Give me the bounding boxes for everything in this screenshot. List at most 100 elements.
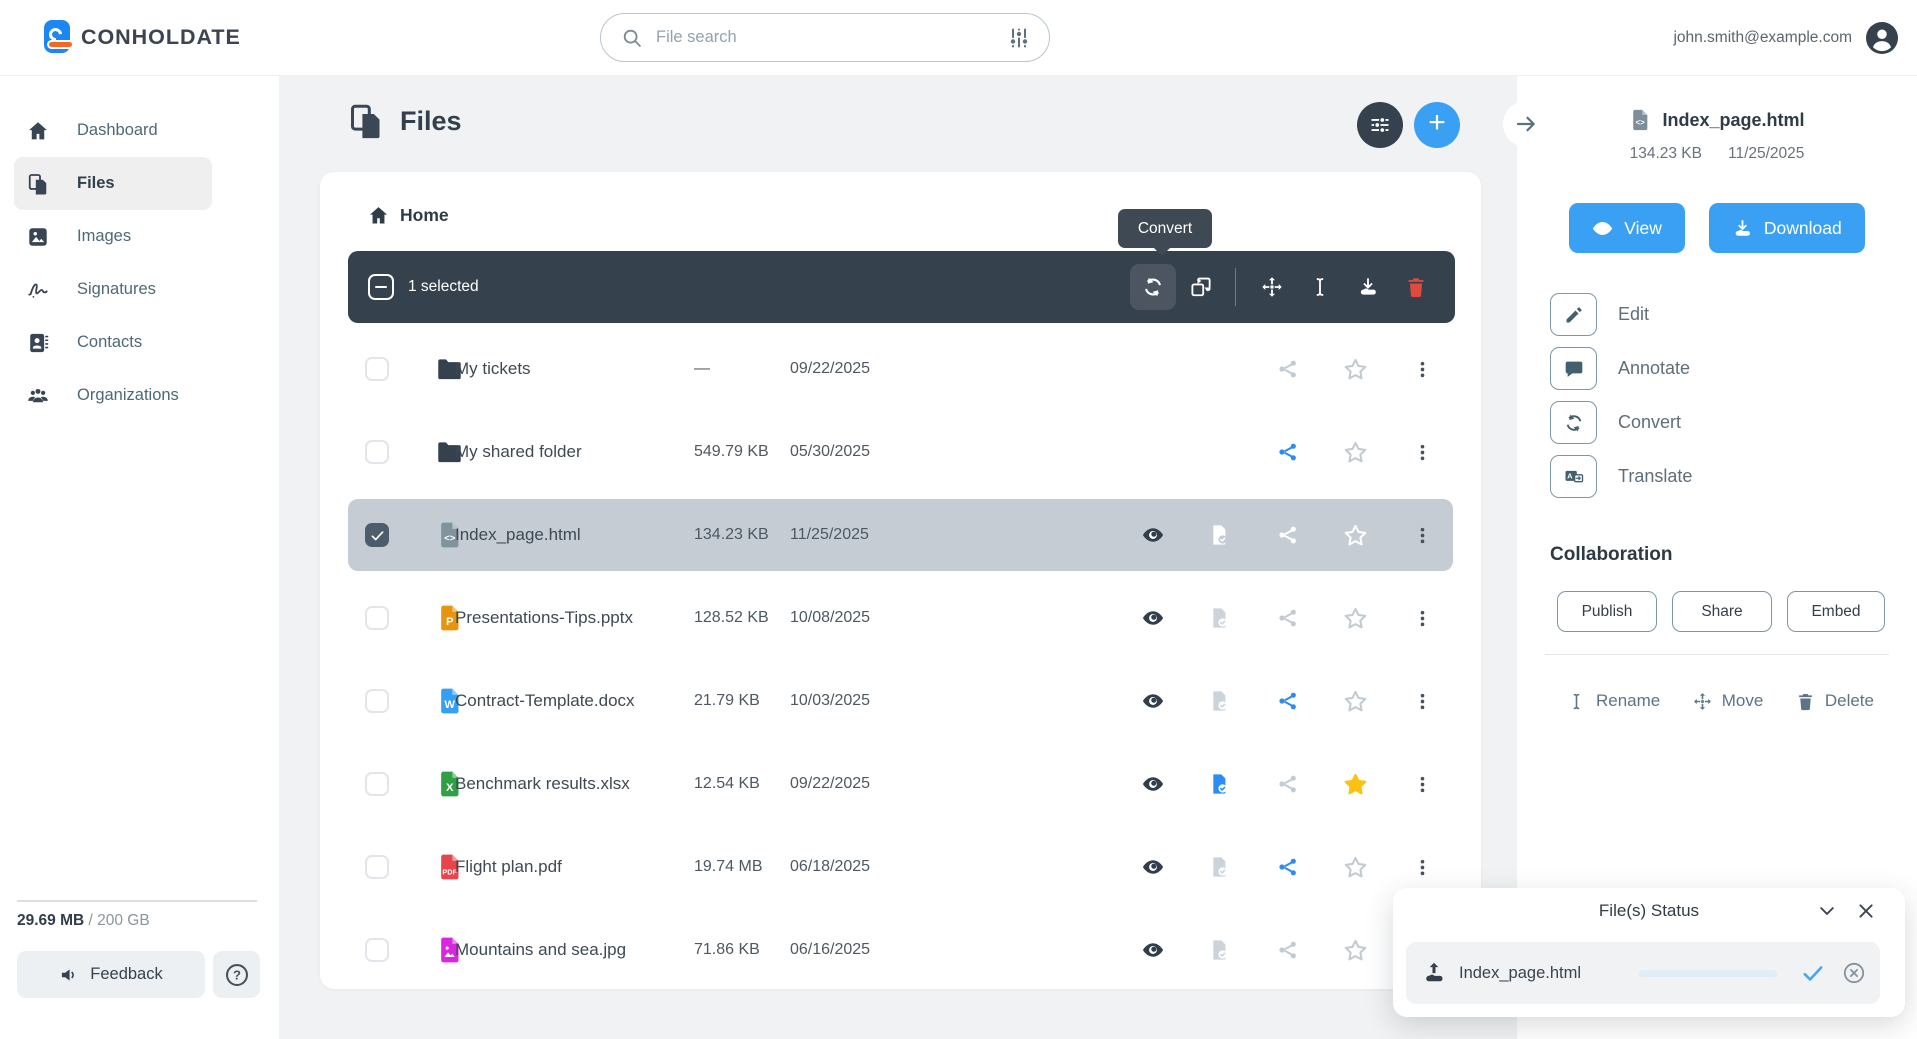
top-bar: CONHOLDATE john.smith@example.com xyxy=(0,0,1917,76)
select-all-checkbox[interactable] xyxy=(368,274,394,300)
delete-bottom-action[interactable]: Delete xyxy=(1796,691,1874,711)
preview-button[interactable] xyxy=(1133,598,1173,638)
table-row[interactable]: PDF Flight plan.pdf 19.74 MB 06/18/2025 xyxy=(348,831,1453,903)
close-icon[interactable] xyxy=(1856,901,1876,921)
row-checkbox[interactable] xyxy=(365,606,389,630)
feedback-button[interactable]: Feedback xyxy=(17,951,205,998)
share-button[interactable] xyxy=(1268,349,1308,389)
merge-tool-button[interactable] xyxy=(1178,264,1224,310)
row-checkbox[interactable] xyxy=(365,689,389,713)
files-card: Home Convert 1 selected My tickets — 09/22… xyxy=(320,172,1481,989)
file-check-button[interactable] xyxy=(1199,515,1239,555)
convert-tool-button[interactable] xyxy=(1130,264,1176,310)
file-list: My tickets — 09/22/2025 My shared folder 549… xyxy=(320,333,1481,997)
convert-action-box[interactable] xyxy=(1550,401,1597,444)
file-check-button[interactable] xyxy=(1199,847,1239,887)
row-checkbox[interactable] xyxy=(365,440,389,464)
preview-button[interactable] xyxy=(1133,930,1173,970)
row-checkbox[interactable] xyxy=(365,523,389,547)
add-button[interactable]: + xyxy=(1414,102,1460,148)
share-button[interactable] xyxy=(1268,764,1308,804)
download-tool-button[interactable] xyxy=(1345,264,1391,310)
table-row[interactable]: P Presentations-Tips.pptx 128.52 KB 10/08/2… xyxy=(348,582,1453,654)
edit-action[interactable]: Edit xyxy=(1550,293,1917,336)
share-button[interactable]: Share xyxy=(1672,591,1772,632)
preview-button[interactable] xyxy=(1133,515,1173,555)
share-button[interactable] xyxy=(1268,681,1308,721)
file-check-button[interactable] xyxy=(1199,598,1239,638)
row-menu-button[interactable] xyxy=(1402,598,1442,638)
favorite-button[interactable] xyxy=(1335,515,1375,555)
embed-button[interactable]: Embed xyxy=(1787,591,1885,632)
sidebar-item-label: Dashboard xyxy=(77,121,158,139)
sidebar-item-signatures[interactable]: Signatures xyxy=(14,263,212,316)
rename-tool-button[interactable] xyxy=(1297,264,1343,310)
download-button[interactable]: Download xyxy=(1708,203,1865,253)
contacts-icon xyxy=(27,332,49,354)
view-button[interactable]: View xyxy=(1569,203,1685,253)
preview-button[interactable] xyxy=(1133,681,1173,721)
table-row[interactable]: My tickets — 09/22/2025 xyxy=(348,333,1453,405)
row-checkbox[interactable] xyxy=(365,357,389,381)
row-checkbox[interactable] xyxy=(365,772,389,796)
help-button[interactable]: ? xyxy=(213,951,260,998)
row-menu-button[interactable] xyxy=(1402,515,1442,555)
share-button[interactable] xyxy=(1268,432,1308,472)
share-button[interactable] xyxy=(1268,515,1308,555)
annotate-action[interactable]: Annotate xyxy=(1550,347,1917,390)
favorite-button[interactable] xyxy=(1335,847,1375,887)
move-tool-button[interactable] xyxy=(1249,264,1295,310)
annotate-action-box[interactable] xyxy=(1550,347,1597,390)
file-check-button[interactable] xyxy=(1199,930,1239,970)
sidebar-item-contacts[interactable]: Contacts xyxy=(14,316,212,369)
avatar[interactable] xyxy=(1866,22,1898,54)
sidebar-nav: Dashboard Files Images Signatures Contacts Or… xyxy=(14,104,212,422)
brand-logo[interactable]: CONHOLDATE xyxy=(44,20,241,54)
favorite-button[interactable] xyxy=(1335,432,1375,472)
table-row[interactable]: <> Index_page.html 134.23 KB 11/25/2025 xyxy=(348,499,1453,571)
breadcrumb[interactable]: Home xyxy=(368,205,449,226)
translate-action[interactable]: A Translate xyxy=(1550,455,1917,498)
chevron-down-icon[interactable] xyxy=(1817,901,1837,921)
move-bottom-action[interactable]: Move xyxy=(1693,691,1763,711)
list-settings-button[interactable] xyxy=(1357,102,1403,148)
file-check-button[interactable] xyxy=(1199,681,1239,721)
file-size: 128.52 KB xyxy=(694,609,769,626)
share-button[interactable] xyxy=(1268,930,1308,970)
collapse-panel-button[interactable] xyxy=(1503,101,1549,147)
favorite-button[interactable] xyxy=(1335,598,1375,638)
table-row[interactable]: My shared folder 549.79 KB 05/30/2025 xyxy=(348,416,1453,488)
sidebar-item-files[interactable]: Files xyxy=(14,157,212,210)
sidebar-item-organizations[interactable]: Organizations xyxy=(14,369,212,422)
row-checkbox[interactable] xyxy=(365,855,389,879)
favorite-button[interactable] xyxy=(1335,764,1375,804)
preview-button[interactable] xyxy=(1133,764,1173,804)
sidebar-item-images[interactable]: Images xyxy=(14,210,212,263)
favorite-button[interactable] xyxy=(1335,349,1375,389)
search-input[interactable] xyxy=(656,28,994,47)
favorite-button[interactable] xyxy=(1335,930,1375,970)
file-check-button[interactable] xyxy=(1199,764,1239,804)
preview-button[interactable] xyxy=(1133,847,1173,887)
table-row[interactable]: W Contract-Template.docx 21.79 KB 10/03/202… xyxy=(348,665,1453,737)
cancel-upload-icon[interactable] xyxy=(1842,961,1866,985)
sidebar-item-dashboard[interactable]: Dashboard xyxy=(14,104,212,157)
share-button[interactable] xyxy=(1268,847,1308,887)
convert-action[interactable]: Convert xyxy=(1550,401,1917,444)
rename-bottom-action[interactable]: Rename xyxy=(1567,691,1660,711)
row-menu-button[interactable] xyxy=(1402,681,1442,721)
row-menu-button[interactable] xyxy=(1402,349,1442,389)
delete-tool-button[interactable] xyxy=(1393,264,1439,310)
edit-action-box[interactable] xyxy=(1550,293,1597,336)
translate-action-box[interactable]: A xyxy=(1550,455,1597,498)
favorite-button[interactable] xyxy=(1335,681,1375,721)
publish-button[interactable]: Publish xyxy=(1557,591,1657,632)
table-row[interactable]: X Benchmark results.xlsx 12.54 KB 09/22/202… xyxy=(348,748,1453,820)
search-filter-icon[interactable] xyxy=(1007,26,1031,50)
row-checkbox[interactable] xyxy=(365,938,389,962)
table-row[interactable]: Mountains and sea.jpg 71.86 KB 06/16/2025 xyxy=(348,914,1453,986)
row-menu-button[interactable] xyxy=(1402,432,1442,472)
row-menu-button[interactable] xyxy=(1402,847,1442,887)
share-button[interactable] xyxy=(1268,598,1308,638)
row-menu-button[interactable] xyxy=(1402,764,1442,804)
